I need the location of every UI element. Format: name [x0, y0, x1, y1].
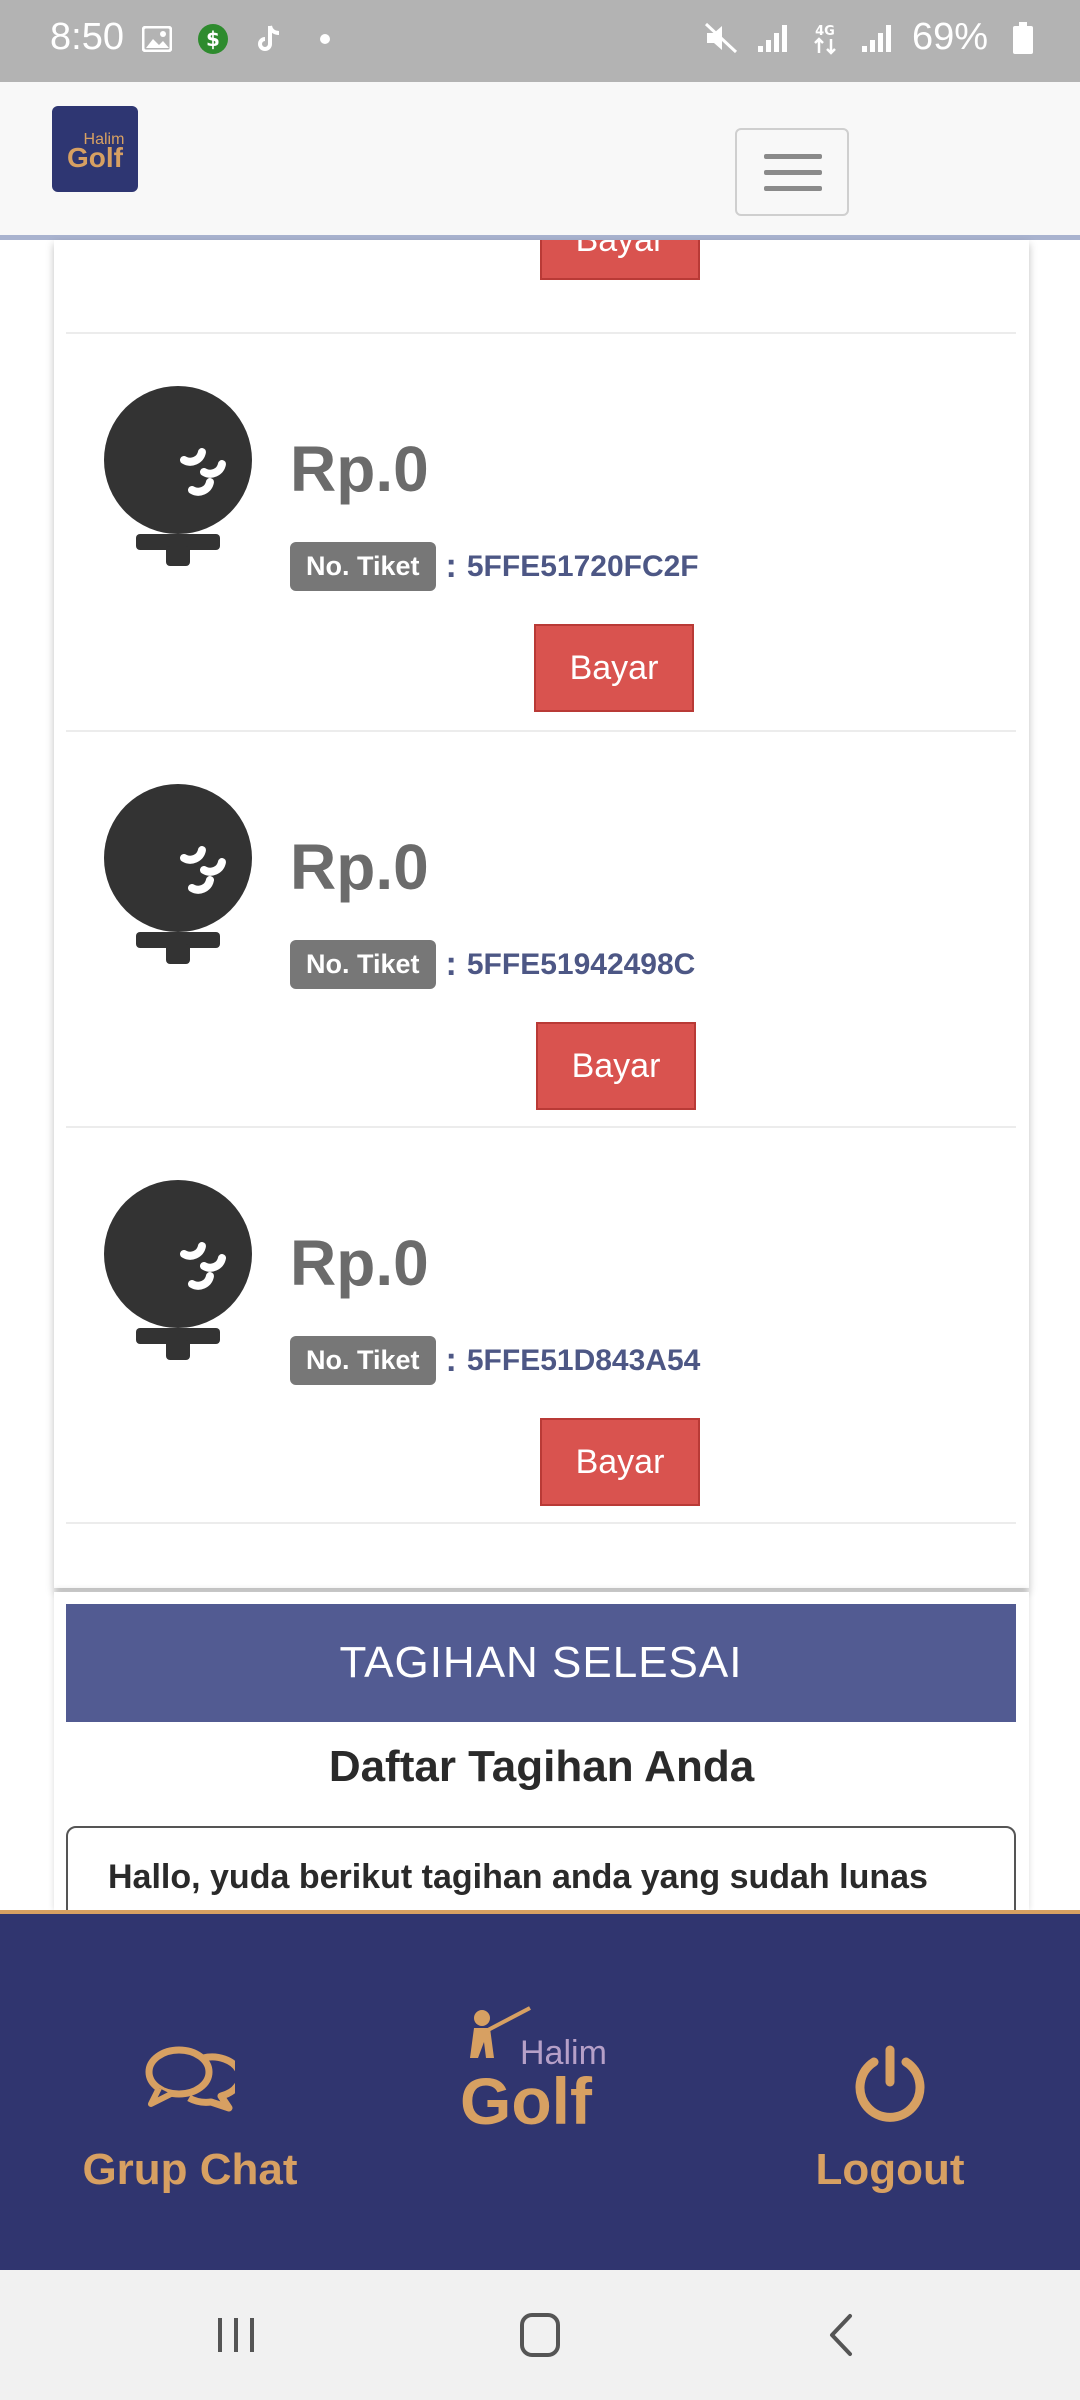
bill-price: Rp.0: [290, 433, 429, 505]
pay-button[interactable]: Bayar: [534, 624, 694, 712]
ticket-label-badge: No. Tiket: [290, 940, 436, 989]
divider: [66, 1522, 1016, 1524]
bottom-nav: Grup Chat Halim Golf Logout: [0, 1910, 1080, 2270]
golf-ball-icon: [102, 784, 254, 970]
greeting-text: Hallo, yuda berikut tagihan anda yang su…: [108, 1858, 928, 1896]
signal-icon: [756, 21, 790, 55]
bills-list-title: Daftar Tagihan Anda: [328, 1742, 755, 1791]
group-chat-button[interactable]: Grup Chat: [60, 2044, 320, 2195]
completed-banner: TAGIHAN SELESAI: [66, 1604, 1016, 1722]
signal-icon: [860, 21, 894, 55]
status-notification-icons: $: [140, 22, 342, 56]
completed-bills-card: TAGIHAN SELESAI Daftar Tagihan Anda Hall…: [54, 1592, 1029, 1946]
back-icon: [830, 2314, 852, 2356]
pay-button[interactable]: Bayar: [536, 1022, 696, 1110]
ticket-separator: :: [445, 547, 457, 585]
hamburger-icon: [764, 154, 822, 159]
bill-item: Rp.0 No. Tiket : 5FFE51720FC2F Bayar: [54, 334, 1029, 730]
bill-item: Rp.0 No. Tiket : 5FFE51942498C Bayar: [54, 732, 1029, 1128]
back-button[interactable]: [812, 2310, 872, 2360]
mute-icon: [704, 21, 738, 55]
ticket-separator: :: [445, 945, 457, 983]
chat-icon: [145, 2046, 244, 2112]
group-chat-label: Grup Chat: [82, 2145, 298, 2194]
golfer-logo-icon: Halim Golf: [460, 2006, 607, 2138]
home-icon: [520, 2313, 560, 2357]
bill-price: Rp.0: [290, 1227, 429, 1299]
halim-golf-logo[interactable]: Halim Golf: [460, 2002, 620, 2138]
ticket-row: No. Tiket : 5FFE51720FC2F: [290, 542, 699, 591]
battery-icon: [1006, 21, 1040, 55]
status-time: 8:50: [50, 16, 124, 58]
halim-golf-logo[interactable]: Halim Golf: [52, 106, 138, 192]
bill-price: Rp.0: [290, 831, 429, 903]
status-bar: 8:50 $ 4G 69%: [0, 0, 1080, 82]
bottom-logo-text-bottom: Golf: [460, 2064, 593, 2132]
4g-icon: 4G: [808, 21, 842, 55]
status-system-icons: 4G 69%: [704, 16, 1040, 59]
recent-apps-button[interactable]: [206, 2310, 266, 2360]
bill-item: Rp.0 No. Tiket : 5FFE51D843A54 Bayar: [54, 1128, 1029, 1524]
ticket-label-badge: No. Tiket: [290, 542, 436, 591]
ticket-code: 5FFE51942498C: [466, 947, 696, 981]
ticket-code: 5FFE51720FC2F: [466, 549, 699, 583]
pay-button-partial[interactable]: Bayar: [540, 240, 700, 280]
unpaid-bills-card: Bayar Rp.0 No. Tiket : 5FFE51720FC2F Bay…: [54, 240, 1029, 1588]
pay-button[interactable]: Bayar: [540, 1418, 700, 1506]
svg-text:$: $: [206, 27, 220, 51]
ticket-row: No. Tiket : 5FFE51D843A54: [290, 1336, 700, 1385]
logout-button[interactable]: Logout: [760, 2044, 1020, 2195]
hamburger-menu-button[interactable]: [735, 128, 849, 216]
golf-ball-icon: [102, 386, 254, 572]
tiktok-icon: [252, 22, 286, 56]
power-icon: [855, 2045, 925, 2122]
app-header: Halim Golf: [0, 82, 1080, 240]
recent-apps-icon: [218, 2318, 254, 2352]
ticket-label-badge: No. Tiket: [290, 1336, 436, 1385]
gallery-icon: [140, 22, 174, 56]
ticket-code: 5FFE51D843A54: [466, 1343, 701, 1377]
golf-ball-icon: [102, 1180, 254, 1366]
logo-text-bottom: Golf: [67, 142, 123, 173]
money-icon: $: [196, 22, 230, 56]
ticket-row: No. Tiket : 5FFE51942498C: [290, 940, 695, 989]
svg-text:4G: 4G: [815, 24, 835, 39]
home-button[interactable]: [510, 2310, 570, 2360]
dot-icon: [308, 22, 342, 56]
logout-label: Logout: [815, 2145, 965, 2194]
system-nav-bar: [0, 2270, 1080, 2400]
battery-percent: 69%: [911, 16, 988, 58]
ticket-separator: :: [445, 1341, 457, 1379]
